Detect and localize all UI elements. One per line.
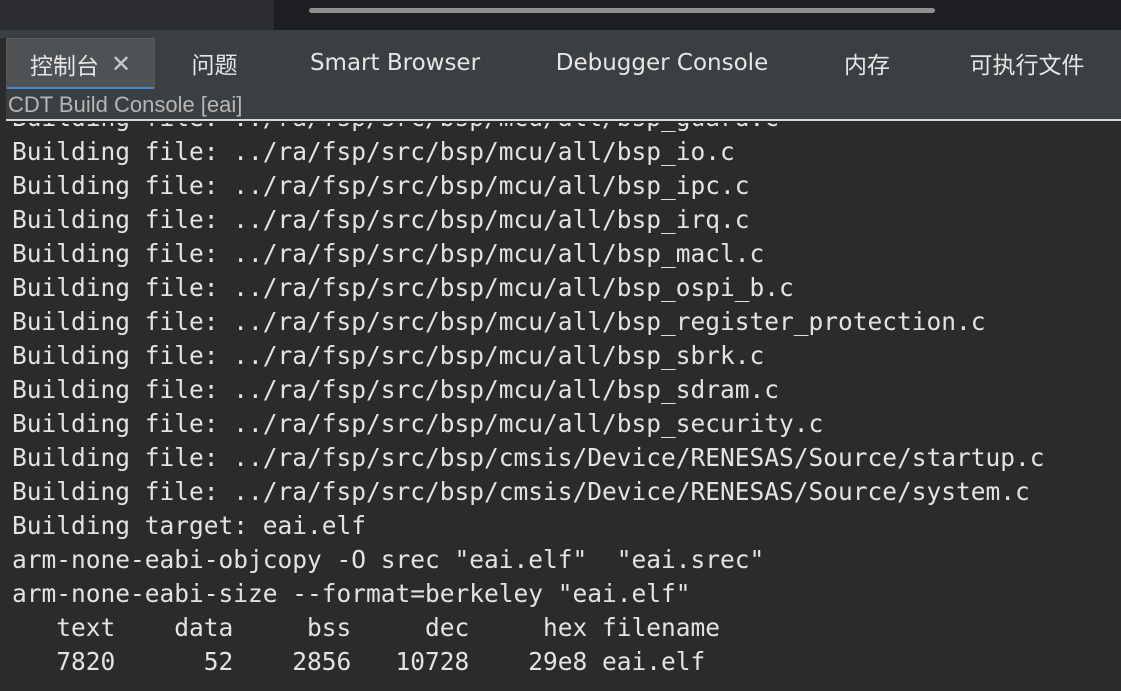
console-line: Building file: ../ra/fsp/src/bsp/mcu/all… <box>12 205 750 234</box>
console-line: Building target: eai.elf <box>12 511 367 540</box>
console-lines: Building file: ../ra/fsp/src/bsp/mcu/all… <box>12 123 1045 679</box>
tab-problems-label: 问题 <box>191 53 238 79</box>
console-line: Building file: ../ra/fsp/src/bsp/mcu/all… <box>12 409 824 438</box>
editor-gutter-area <box>0 0 274 30</box>
console-title: CDT Build Console [eai] <box>6 89 1121 121</box>
tab-console[interactable]: 控制台 ✕ <box>7 38 155 89</box>
console-line: Building file: ../ra/fsp/src/bsp/cmsis/D… <box>12 477 1030 506</box>
tab-problems[interactable]: 问题 <box>167 38 262 88</box>
console-line: text data bss dec hex filename <box>12 613 721 642</box>
console-line: Building file: ../ra/fsp/src/bsp/mcu/all… <box>12 375 780 404</box>
close-icon[interactable]: ✕ <box>111 52 131 76</box>
console-line: 7820 52 2856 10728 29e8 eai.elf <box>12 647 706 676</box>
view-tab-bar: 控制台 ✕ 问题 Smart Browser Debugger Console … <box>6 38 1121 89</box>
console-line: Building file: ../ra/fsp/src/bsp/cmsis/D… <box>12 443 1045 472</box>
console-line: Building file: ../ra/fsp/src/bsp/mcu/all… <box>12 123 1045 135</box>
tab-memory-label: 内存 <box>844 53 890 79</box>
console-line: arm-none-eabi-objcopy -O srec "eai.elf" … <box>12 545 765 574</box>
console-line: Building file: ../ra/fsp/src/bsp/mcu/all… <box>12 171 750 200</box>
tab-executables[interactable]: 可执行文件 <box>952 38 1102 88</box>
console-line: Building file: ../ra/fsp/src/bsp/mcu/all… <box>12 137 735 166</box>
console-line: Building file: ../ra/fsp/src/bsp/mcu/all… <box>12 239 765 268</box>
tab-console-label: 控制台 <box>29 53 99 80</box>
tab-smart-browser-label: Smart Browser <box>309 50 481 76</box>
panel-divider <box>0 30 1121 38</box>
console-line: arm-none-eabi-size --format=berkeley "ea… <box>12 579 691 608</box>
console-line: Building file: ../ra/fsp/src/bsp/mcu/all… <box>12 273 794 302</box>
console-line: Building file: ../ra/fsp/src/bsp/mcu/all… <box>12 307 986 336</box>
console-output[interactable]: Building file: ../ra/fsp/src/bsp/mcu/all… <box>0 123 1121 691</box>
horizontal-scrollbar[interactable] <box>309 8 935 13</box>
tab-memory[interactable]: 内存 <box>827 38 907 88</box>
console-line: Building file: ../ra/fsp/src/bsp/mcu/all… <box>12 341 765 370</box>
editor-top-strip <box>0 0 1121 30</box>
tab-debugger-console[interactable]: Debugger Console <box>542 38 782 88</box>
tab-smart-browser[interactable]: Smart Browser <box>299 38 491 88</box>
tab-debugger-console-label: Debugger Console <box>555 50 769 76</box>
tab-executables-label: 可执行文件 <box>969 53 1085 79</box>
